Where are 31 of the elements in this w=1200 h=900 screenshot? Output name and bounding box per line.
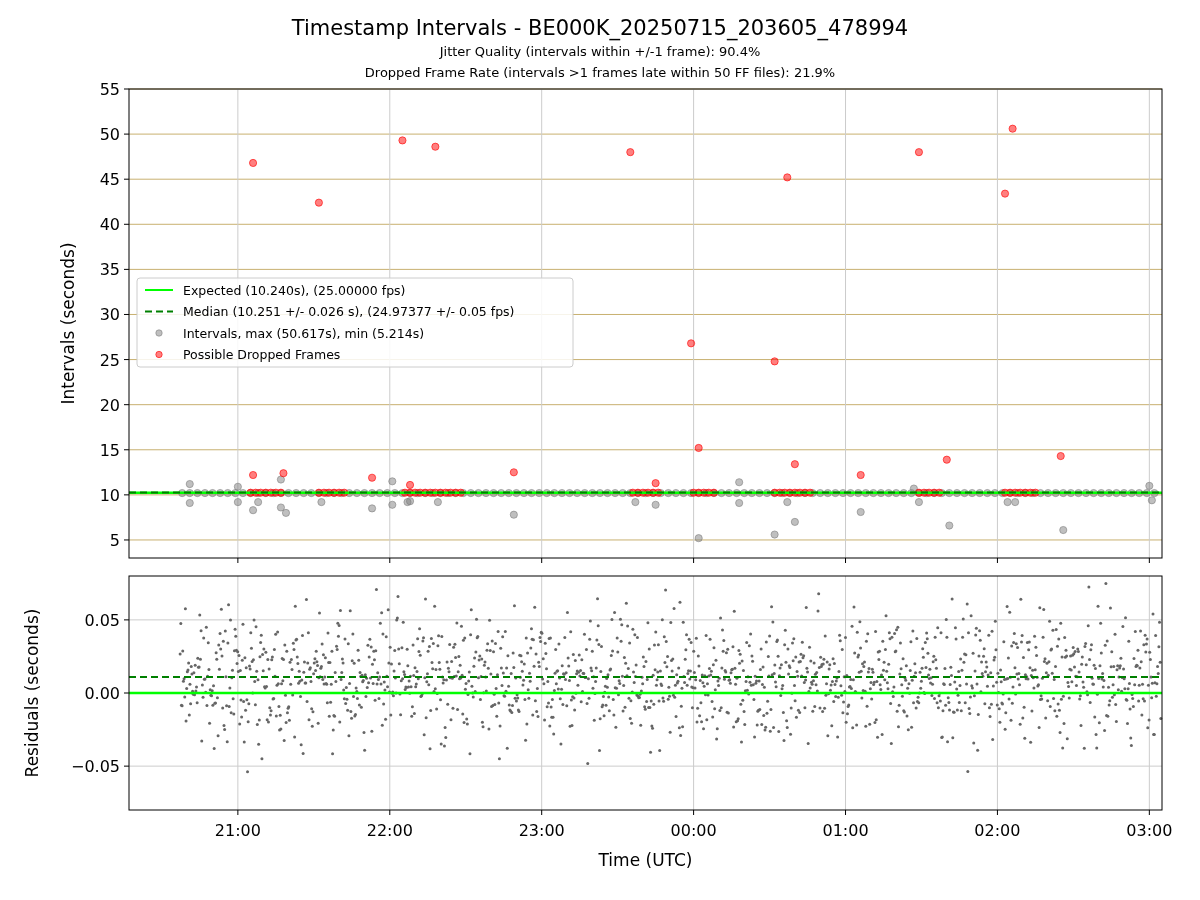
y-tick-label: 15 <box>99 440 120 460</box>
x-axis-label: Time (UTC) <box>598 850 693 870</box>
y-tick-label: 30 <box>99 305 120 325</box>
y-tick-label: 55 <box>99 80 120 99</box>
y-tick-label: 5 <box>109 530 120 550</box>
chart-title: Timestamp Intervals - BE000K_20250715_203605_478994 <box>291 15 909 41</box>
x-tick-label: 01:00 <box>822 821 869 840</box>
y-tick-label: 25 <box>99 350 120 370</box>
legend-label: Median (10.251 +/- 0.026 s), (24.97377 +/- 0.05 fps) <box>183 304 515 319</box>
y-axis-label: Residuals (seconds) <box>22 608 42 778</box>
legend-label: Possible Dropped Frames <box>183 347 341 362</box>
x-tick-label: 03:00 <box>1126 821 1173 840</box>
y-tick-label: 0.05 <box>84 610 120 630</box>
chart-subtitle: Dropped Frame Rate (intervals >1 frames late within 50 FF files): 21.9% <box>364 64 836 82</box>
legend-label: Expected (10.240s), (25.00000 fps) <box>183 282 406 298</box>
y-axis-label: Intervals (seconds) <box>58 242 78 405</box>
x-tick-label: 00:00 <box>670 821 717 840</box>
y-tick-label: 40 <box>99 215 120 235</box>
legend-label: Intervals, max (50.617s), min (5.214s) <box>183 325 425 341</box>
y-tick-label: 10 <box>99 485 120 505</box>
x-tick-label: 22:00 <box>366 821 413 840</box>
chart-subtitle: Jitter Quality (intervals within +/-1 frame): 90.4% <box>439 43 761 61</box>
y-tick-label: 20 <box>99 395 120 415</box>
y-tick-label: 45 <box>99 170 120 190</box>
y-tick-label: 0.00 <box>84 684 120 703</box>
x-tick-label: 23:00 <box>518 821 565 840</box>
y-tick-label: 50 <box>99 125 120 145</box>
x-tick-label: 02:00 <box>974 821 1021 840</box>
y-tick-label: 35 <box>99 260 120 280</box>
y-tick-label: −0.05 <box>70 757 120 777</box>
x-tick-label: 21:00 <box>214 821 261 840</box>
